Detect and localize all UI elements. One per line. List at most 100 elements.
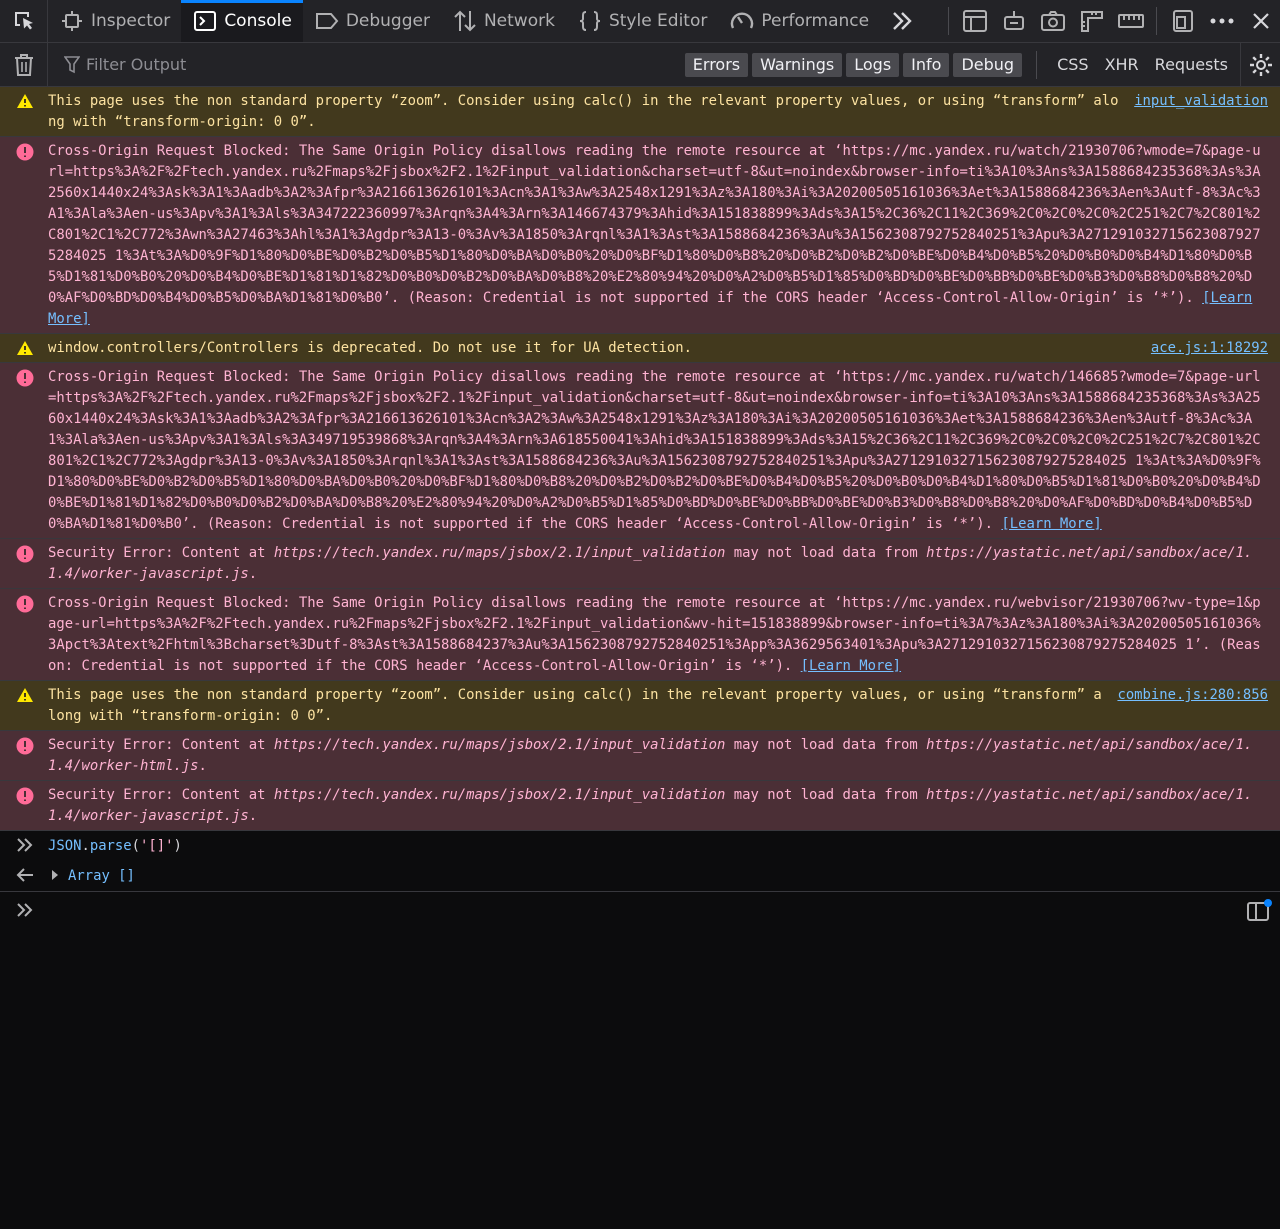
toolbar-divider — [948, 7, 949, 35]
tab-debugger[interactable]: Debugger — [303, 0, 441, 42]
console-output: input_validation This page uses the non … — [0, 87, 1280, 928]
console-result[interactable]: Array [] — [0, 861, 1280, 892]
toggle-split-console-button[interactable] — [955, 0, 994, 43]
learn-more-link[interactable]: [Learn More] — [801, 658, 901, 674]
console-filter-bar: Filter Output Errors Warnings Logs Info … — [0, 42, 1280, 87]
filter-css-button[interactable]: CSS — [1049, 55, 1096, 74]
message-text: This page uses the non standard property… — [48, 93, 1119, 130]
warning-icon — [16, 687, 34, 703]
command-dot: . — [81, 838, 90, 854]
message-text: Security Error: Content at — [48, 545, 274, 561]
dock-options-button[interactable] — [1163, 0, 1202, 43]
tab-label: Inspector — [91, 11, 171, 31]
message-source-link[interactable]: ace.js:1:18292 — [1151, 338, 1268, 359]
source-url: https://tech.yandex.ru/maps/jsbox/2.1/in… — [273, 545, 726, 561]
arrow-left-icon — [16, 868, 34, 882]
iframe-icon — [1003, 9, 1025, 33]
console-error-message: Security Error: Content at https://tech.… — [0, 539, 1280, 589]
style-editor-icon — [577, 8, 603, 34]
tab-network[interactable]: Network — [441, 0, 566, 42]
message-text: Cross-Origin Request Blocked: The Same O… — [48, 595, 1261, 674]
message-text: may not load data from — [725, 787, 927, 803]
console-error-message: Security Error: Content at https://tech.… — [0, 781, 1280, 831]
message-text: This page uses the non standard property… — [48, 687, 1102, 724]
chevron-double-right-icon — [16, 902, 34, 918]
console-settings-button[interactable] — [1240, 42, 1280, 87]
message-source-link[interactable]: combine.js:280:856 — [1117, 685, 1268, 706]
error-icon — [16, 369, 34, 387]
message-text: Security Error: Content at — [48, 787, 274, 803]
ruler-corner-icon — [1080, 10, 1104, 32]
filter-logs-button[interactable]: Logs — [846, 52, 900, 77]
gear-icon — [1249, 53, 1273, 77]
console-icon — [192, 8, 218, 34]
camera-icon — [1040, 10, 1065, 32]
error-icon — [16, 143, 34, 161]
message-source-link[interactable]: input_validation — [1134, 91, 1268, 112]
inspector-icon — [59, 8, 85, 34]
console-error-message: Security Error: Content at https://tech.… — [0, 731, 1280, 781]
trash-icon — [14, 53, 34, 77]
console-error-message: Cross-Origin Request Blocked: The Same O… — [0, 137, 1280, 334]
toolbar-divider — [1156, 7, 1157, 35]
filter-errors-button[interactable]: Errors — [684, 52, 749, 77]
filter-icon — [64, 55, 80, 74]
expand-triangle-icon[interactable] — [52, 870, 58, 880]
command-paren: ) — [173, 838, 182, 854]
screenshot-button[interactable] — [1033, 0, 1072, 43]
filter-divider — [1036, 50, 1038, 79]
responsive-design-icon — [1171, 9, 1195, 33]
message-text: Cross-Origin Request Blocked: The Same O… — [48, 143, 1261, 306]
measure-button[interactable] — [1111, 0, 1150, 43]
filter-xhr-button[interactable]: XHR — [1097, 55, 1147, 74]
filter-info-button[interactable]: Info — [903, 52, 950, 77]
tab-label: Debugger — [345, 11, 430, 31]
message-text: . — [248, 566, 258, 582]
console-warning-message: input_validation This page uses the non … — [0, 87, 1280, 137]
message-text: may not load data from — [725, 737, 927, 753]
tab-inspector[interactable]: Inspector — [48, 0, 181, 42]
close-toolbox-button[interactable] — [1241, 0, 1280, 43]
filter-requests-button[interactable]: Requests — [1147, 55, 1236, 74]
error-icon — [16, 737, 34, 755]
clear-console-button[interactable] — [0, 42, 48, 87]
message-text: . — [248, 808, 258, 824]
debugger-icon — [314, 8, 340, 34]
more-options-button[interactable] — [1202, 0, 1241, 43]
result-value: Array [] — [68, 868, 135, 884]
element-picker-button[interactable] — [0, 0, 48, 42]
tab-label: Console — [224, 11, 292, 31]
element-picker-icon — [12, 9, 36, 33]
console-error-message: Cross-Origin Request Blocked: The Same O… — [0, 589, 1280, 681]
tab-performance[interactable]: Performance — [718, 0, 880, 42]
message-text: Cross-Origin Request Blocked: The Same O… — [48, 369, 1261, 532]
chevron-double-right-icon — [891, 11, 913, 31]
warning-icon — [16, 93, 34, 109]
ellipsis-icon — [1210, 17, 1234, 25]
filter-placeholder: Filter Output — [86, 55, 187, 74]
split-panel-icon — [962, 10, 987, 32]
chevron-double-right-icon — [16, 837, 34, 853]
more-tools-button[interactable] — [880, 0, 924, 42]
devtools-toolbar: Inspector Console Debugger Network Style… — [0, 0, 1280, 43]
pick-iframe-button[interactable] — [994, 0, 1033, 43]
console-input[interactable] — [0, 892, 1280, 928]
learn-more-link[interactable]: [Learn More] — [1001, 516, 1101, 532]
filter-debug-button[interactable]: Debug — [953, 52, 1023, 77]
tab-style-editor[interactable]: Style Editor — [566, 0, 718, 42]
filter-input[interactable]: Filter Output — [64, 55, 186, 74]
error-icon — [16, 595, 34, 613]
toggle-sidebar-button[interactable] — [1246, 898, 1272, 924]
source-url: https://tech.yandex.ru/maps/jsbox/2.1/in… — [273, 787, 726, 803]
rulers-button[interactable] — [1072, 0, 1111, 43]
performance-icon — [729, 8, 755, 34]
command-paren: ( — [131, 838, 141, 854]
command-function: parse — [89, 838, 132, 854]
tab-label: Performance — [761, 11, 870, 31]
message-text: . — [198, 758, 207, 774]
message-text: may not load data from — [725, 545, 927, 561]
filter-warnings-button[interactable]: Warnings — [752, 52, 843, 77]
tab-console[interactable]: Console — [181, 0, 303, 42]
command-argument: '[]' — [140, 838, 174, 854]
console-warning-message: ace.js:1:18292 window.controllers/Contro… — [0, 334, 1280, 363]
